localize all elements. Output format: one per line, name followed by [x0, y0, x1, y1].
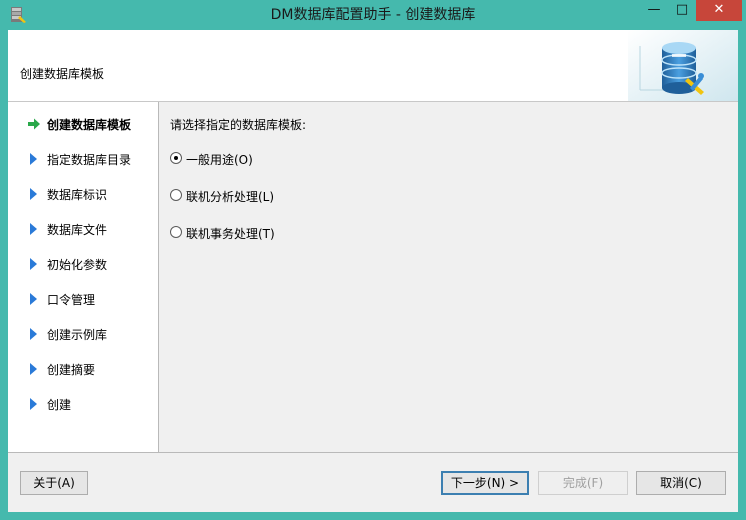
- radio-button[interactable]: [170, 189, 182, 201]
- prompt-label: 请选择指定的数据库模板:: [170, 118, 307, 132]
- radio-label[interactable]: 联机分析处理(L): [186, 188, 274, 205]
- window-title: DM数据库配置助手 - 创建数据库: [270, 7, 476, 23]
- radio-label[interactable]: 一般用途(O): [186, 151, 253, 168]
- database-icon: [628, 30, 738, 101]
- radio-button[interactable]: [170, 226, 182, 238]
- nav-step-label: 数据库文件: [47, 223, 108, 237]
- nav-step-password[interactable]: 口令管理: [8, 287, 158, 311]
- nav-step-label: 创建示例库: [47, 328, 108, 342]
- close-button[interactable]: ✕: [696, 0, 742, 21]
- wizard-steps: 创建数据库模板 指定数据库目录 数据库标识 数据库文件 初始化参数 口令管理 创…: [8, 102, 159, 452]
- nav-step-sample-db[interactable]: 创建示例库: [8, 322, 158, 346]
- maximize-button[interactable]: □: [668, 0, 696, 21]
- nav-step-label: 数据库标识: [47, 188, 108, 202]
- triangle-right-icon: [30, 188, 37, 200]
- app-window: DM数据库配置助手 - 创建数据库 — □ ✕ 创建数据库模板 创建数据库模板 …: [0, 0, 746, 520]
- triangle-right-icon: [30, 398, 37, 410]
- template-panel: 请选择指定的数据库模板: 一般用途(O) 联机分析处理(L) 联机事务处理(T): [159, 102, 738, 452]
- nav-step-directory[interactable]: 指定数据库目录: [8, 147, 158, 171]
- nav-step-identity[interactable]: 数据库标识: [8, 182, 158, 206]
- title-bar[interactable]: DM数据库配置助手 - 创建数据库 — □ ✕: [0, 0, 746, 30]
- nav-step-files[interactable]: 数据库文件: [8, 217, 158, 241]
- page-title: 创建数据库模板: [20, 67, 105, 81]
- nav-step-template[interactable]: 创建数据库模板: [8, 112, 158, 136]
- nav-step-label: 初始化参数: [47, 258, 108, 272]
- arrow-right-icon: [28, 118, 40, 130]
- nav-step-label: 指定数据库目录: [47, 153, 132, 167]
- triangle-right-icon: [30, 153, 37, 165]
- nav-step-init-params[interactable]: 初始化参数: [8, 252, 158, 276]
- cancel-button[interactable]: 取消(C): [636, 471, 726, 495]
- nav-step-label: 创建数据库模板: [47, 118, 132, 132]
- triangle-right-icon: [30, 223, 37, 235]
- nav-step-label: 创建摘要: [47, 363, 96, 377]
- minimize-button[interactable]: —: [640, 0, 668, 21]
- nav-step-create[interactable]: 创建: [8, 392, 158, 416]
- finish-button[interactable]: 完成(F): [538, 471, 628, 495]
- nav-step-summary[interactable]: 创建摘要: [8, 357, 158, 381]
- triangle-right-icon: [30, 363, 37, 375]
- next-button[interactable]: 下一步(N) >: [441, 471, 529, 495]
- radio-button-checked[interactable]: [170, 152, 182, 164]
- nav-step-label: 口令管理: [47, 293, 96, 307]
- header-banner: 创建数据库模板: [8, 30, 738, 102]
- triangle-right-icon: [30, 328, 37, 340]
- about-button[interactable]: 关于(A): [20, 471, 88, 495]
- footer-divider: [8, 452, 738, 453]
- nav-step-label: 创建: [47, 398, 72, 412]
- triangle-right-icon: [30, 258, 37, 270]
- triangle-right-icon: [30, 293, 37, 305]
- radio-label[interactable]: 联机事务处理(T): [186, 225, 275, 242]
- dialog-client: 创建数据库模板 创建数据库模板 指定数据库目录 数据库标识 数据库文件 初始化参…: [8, 30, 738, 512]
